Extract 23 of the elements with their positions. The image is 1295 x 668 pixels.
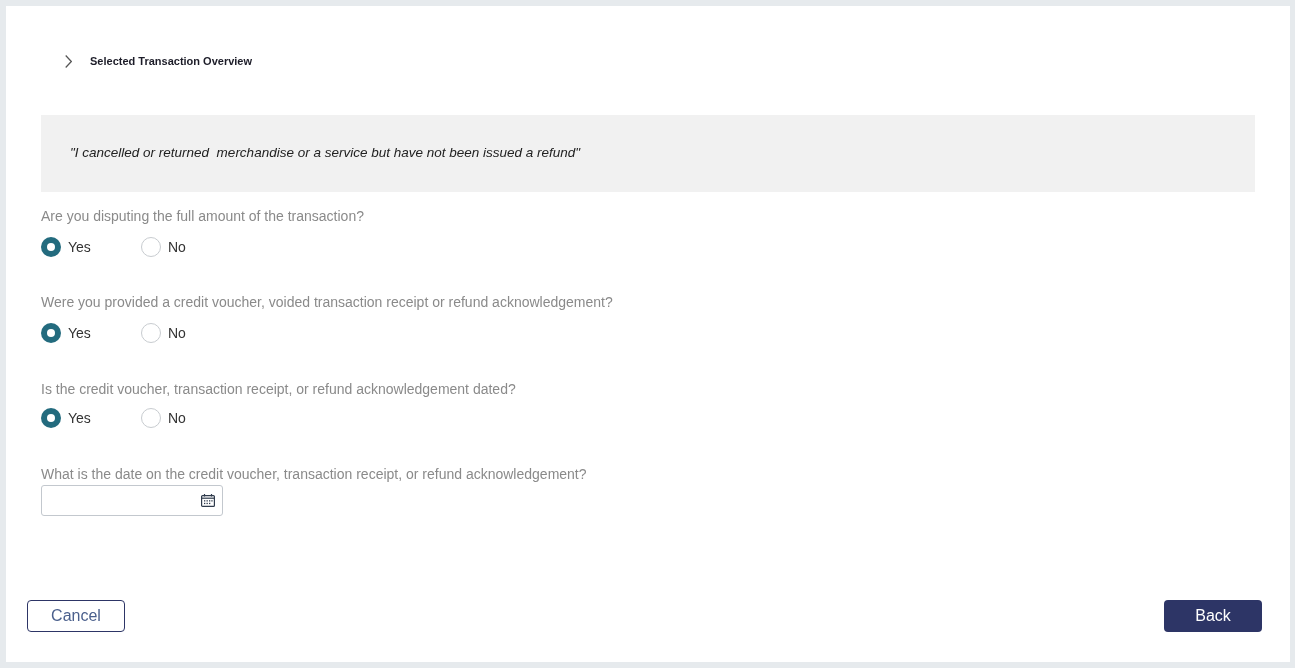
chevron-right-icon[interactable] — [65, 54, 72, 68]
question-label: Were you provided a credit voucher, voided transaction receipt or refund acknowledgement? — [41, 293, 613, 311]
radio-label[interactable]: No — [168, 407, 186, 429]
radio-label[interactable]: Yes — [68, 407, 91, 429]
radio-selected[interactable] — [41, 237, 61, 257]
date-input-field[interactable] — [41, 485, 223, 516]
radio-label[interactable]: No — [168, 322, 186, 344]
radio-label[interactable]: Yes — [68, 322, 91, 344]
question-label: Is the credit voucher, transaction receipt, or refund acknowledgement dated? — [41, 380, 516, 398]
reason-quote: "I cancelled or returned merchandise or a service but have not been issued a refund" — [70, 144, 581, 163]
question-label: Are you disputing the full amount of the transaction? — [41, 207, 364, 225]
radio-selected[interactable] — [41, 323, 61, 343]
calendar-icon[interactable] — [201, 494, 215, 507]
cancel-button[interactable]: Cancel — [27, 600, 125, 632]
radio-unselected[interactable] — [141, 408, 161, 428]
back-button[interactable]: Back — [1164, 600, 1262, 632]
radio-label[interactable]: Yes — [68, 236, 91, 258]
radio-label[interactable]: No — [168, 236, 186, 258]
radio-unselected[interactable] — [141, 323, 161, 343]
question-label: What is the date on the credit voucher, transaction receipt, or refund acknowledgement? — [41, 465, 587, 483]
radio-selected[interactable] — [41, 408, 61, 428]
section-title[interactable]: Selected Transaction Overview — [90, 52, 253, 70]
radio-unselected[interactable] — [141, 237, 161, 257]
